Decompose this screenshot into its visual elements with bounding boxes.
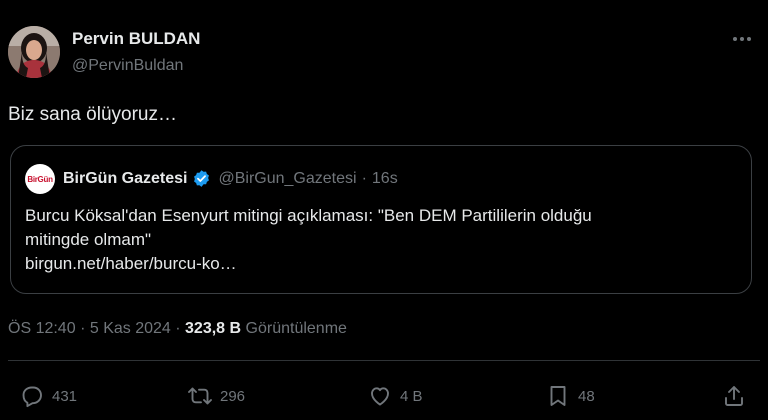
- like-button[interactable]: 4 B: [368, 382, 423, 410]
- author-name[interactable]: Pervin BULDAN: [72, 29, 200, 49]
- views-label: Görüntülenme: [245, 320, 347, 337]
- quoted-link[interactable]: birgun.net/haber/burcu-ko…: [25, 252, 740, 276]
- reply-icon: [22, 386, 42, 408]
- action-bar: 431 296 4 B 48: [0, 382, 768, 410]
- bookmark-button[interactable]: 48: [546, 382, 595, 410]
- bookmark-icon: [550, 386, 566, 406]
- like-count: 4 B: [400, 387, 423, 405]
- repost-button[interactable]: 296: [188, 382, 245, 410]
- repost-count: 296: [220, 387, 246, 405]
- quoted-text-line: mitingde olmam": [25, 230, 152, 249]
- repost-icon: [188, 387, 212, 405]
- quoted-tweet-text: Burcu Köksal'dan Esenyurt mitingi açıkla…: [25, 204, 740, 276]
- more-options-button[interactable]: [730, 30, 754, 48]
- tweet-meta: ÖS 12:40 · 5 Kas 2024 · 323,8 B Görüntül…: [8, 320, 347, 338]
- share-button[interactable]: [722, 382, 746, 410]
- divider: [8, 360, 760, 361]
- heart-icon: [371, 387, 389, 406]
- verified-badge-icon: [194, 170, 210, 187]
- quoted-tweet-time[interactable]: 16s: [372, 170, 398, 188]
- separator-dot: ·: [361, 169, 367, 187]
- tweet: Pervin BULDAN @PervinBuldan Biz sana ölü…: [0, 0, 768, 420]
- logo-text: BirGün: [27, 174, 53, 184]
- share-icon: [725, 386, 743, 406]
- tweet-time[interactable]: ÖS 12:40: [8, 320, 76, 337]
- tweet-date[interactable]: 5 Kas 2024: [90, 320, 171, 337]
- views-count: 323,8 B: [185, 320, 242, 337]
- quoted-text-line: Burcu Köksal'dan Esenyurt mitingi açıkla…: [25, 206, 592, 225]
- more-horizontal-icon: [733, 37, 751, 41]
- quoted-author-logo[interactable]: BirGün: [25, 164, 55, 194]
- author-handle[interactable]: @PervinBuldan: [72, 57, 183, 75]
- quoted-author-name[interactable]: BirGün Gazetesi: [63, 170, 187, 188]
- quoted-tweet-header: BirGün Gazetesi @BirGun_Gazetesi · 16s: [63, 169, 398, 188]
- quoted-tweet-card[interactable]: BirGün BirGün Gazetesi @BirGun_Gazetesi …: [10, 145, 752, 294]
- reply-count: 431: [52, 387, 78, 405]
- separator-dot: ·: [175, 320, 181, 337]
- avatar-image: [8, 26, 60, 78]
- avatar[interactable]: [8, 26, 60, 78]
- bookmark-count: 48: [578, 387, 595, 405]
- reply-button[interactable]: 431: [20, 382, 77, 410]
- quoted-author-handle[interactable]: @BirGun_Gazetesi: [218, 170, 356, 188]
- tweet-text: Biz sana ölüyoruz…: [8, 104, 177, 125]
